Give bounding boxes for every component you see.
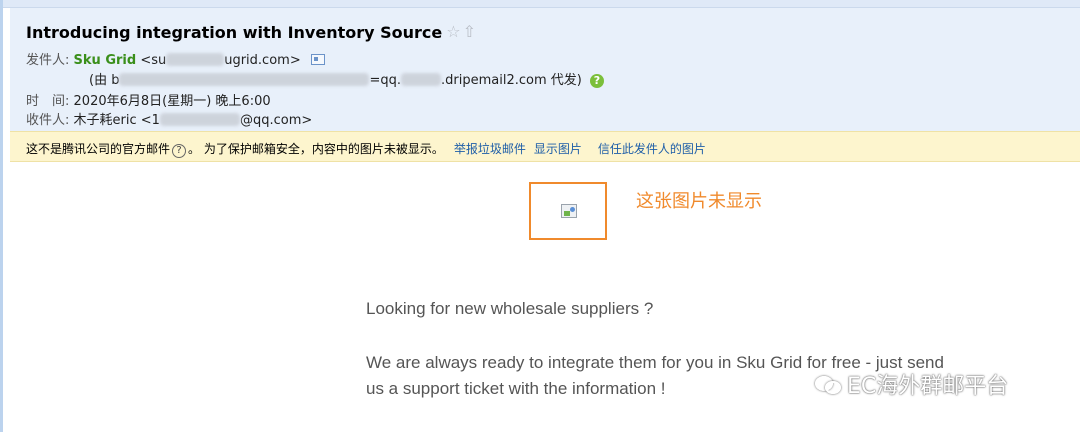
via-suffix: .dripemail2.com 代发) — [441, 73, 582, 88]
time-label: 时 间: — [26, 94, 70, 109]
from-row: 发件人: Sku Grid <su ugrid.com> — [26, 49, 325, 68]
time-row: 时 间: 2020年6月8日(星期一) 晚上6:00 — [26, 90, 271, 109]
sender-email-prefix: <su — [140, 53, 167, 68]
to-label: 收件人: — [26, 113, 70, 128]
show-images-link[interactable]: 显示图片 — [534, 142, 582, 156]
from-label: 发件人: — [26, 53, 70, 68]
warning-text: 这不是腾讯公司的官方邮件?。 为了保护邮箱安全，内容中的图片未被显示。 举报垃圾邮… — [26, 140, 706, 158]
warning-text-part1: 这不是腾讯公司的官方邮件 — [26, 142, 171, 156]
warning-text-part2: 。 为了保护邮箱安全，内容中的图片未被显示。 — [188, 142, 444, 156]
help-icon[interactable]: ? — [589, 74, 604, 88]
redacted-via — [119, 73, 370, 86]
broken-image-icon[interactable] — [561, 204, 577, 218]
sender-name[interactable]: Sku Grid — [74, 53, 137, 68]
redacted-email — [166, 53, 225, 66]
recipient-email-prefix: <1 — [140, 113, 160, 128]
time-value: 2020年6月8日(星期一) 晚上6:00 — [73, 94, 271, 109]
watermark-text: EC海外群邮平台 — [847, 374, 1009, 399]
left-border — [0, 0, 3, 432]
image-not-shown-annotation: 这张图片未显示 — [636, 191, 762, 212]
via-prefix: (由 b — [89, 73, 120, 88]
recipient-email-suffix: @qq.com> — [239, 113, 313, 128]
body-line-3: us a support ticket with the information… — [366, 379, 666, 398]
subject-icons: ☆ ⇧ — [446, 22, 478, 41]
watermark: EC海外群邮平台 — [815, 368, 1008, 400]
wechat-icon — [815, 374, 843, 396]
body-line-1: Looking for new wholesale suppliers ? — [366, 299, 654, 318]
via-middle: =qq. — [369, 73, 401, 88]
contact-card-icon[interactable] — [310, 54, 325, 65]
to-row: 收件人: 木子耗eric <1 @qq.com> — [26, 109, 312, 128]
star-icon[interactable]: ☆ — [446, 22, 460, 41]
email-header: Introducing integration with Inventory S… — [10, 8, 1080, 131]
recipient-name[interactable]: 木子耗eric — [74, 113, 137, 128]
redacted-recipient — [159, 113, 240, 126]
trust-sender-link[interactable]: 信任此发件人的图片 — [598, 142, 706, 156]
up-arrow-icon[interactable]: ⇧ — [463, 22, 476, 41]
window-top-strip — [0, 0, 1080, 8]
subject-text: Introducing integration with Inventory S… — [26, 23, 443, 42]
report-spam-link[interactable]: 举报垃圾邮件 — [454, 142, 526, 156]
image-warning-bar: 这不是腾讯公司的官方邮件?。 为了保护邮箱安全，内容中的图片未被显示。 举报垃圾邮… — [10, 131, 1080, 162]
via-row: (由 b =qq. .dripemail2.com 代发) ? — [89, 69, 604, 88]
question-icon[interactable]: ? — [172, 144, 187, 158]
redacted-via-2 — [401, 73, 441, 86]
email-subject: Introducing integration with Inventory S… — [26, 22, 478, 42]
sender-email-suffix: ugrid.com> — [224, 53, 301, 68]
